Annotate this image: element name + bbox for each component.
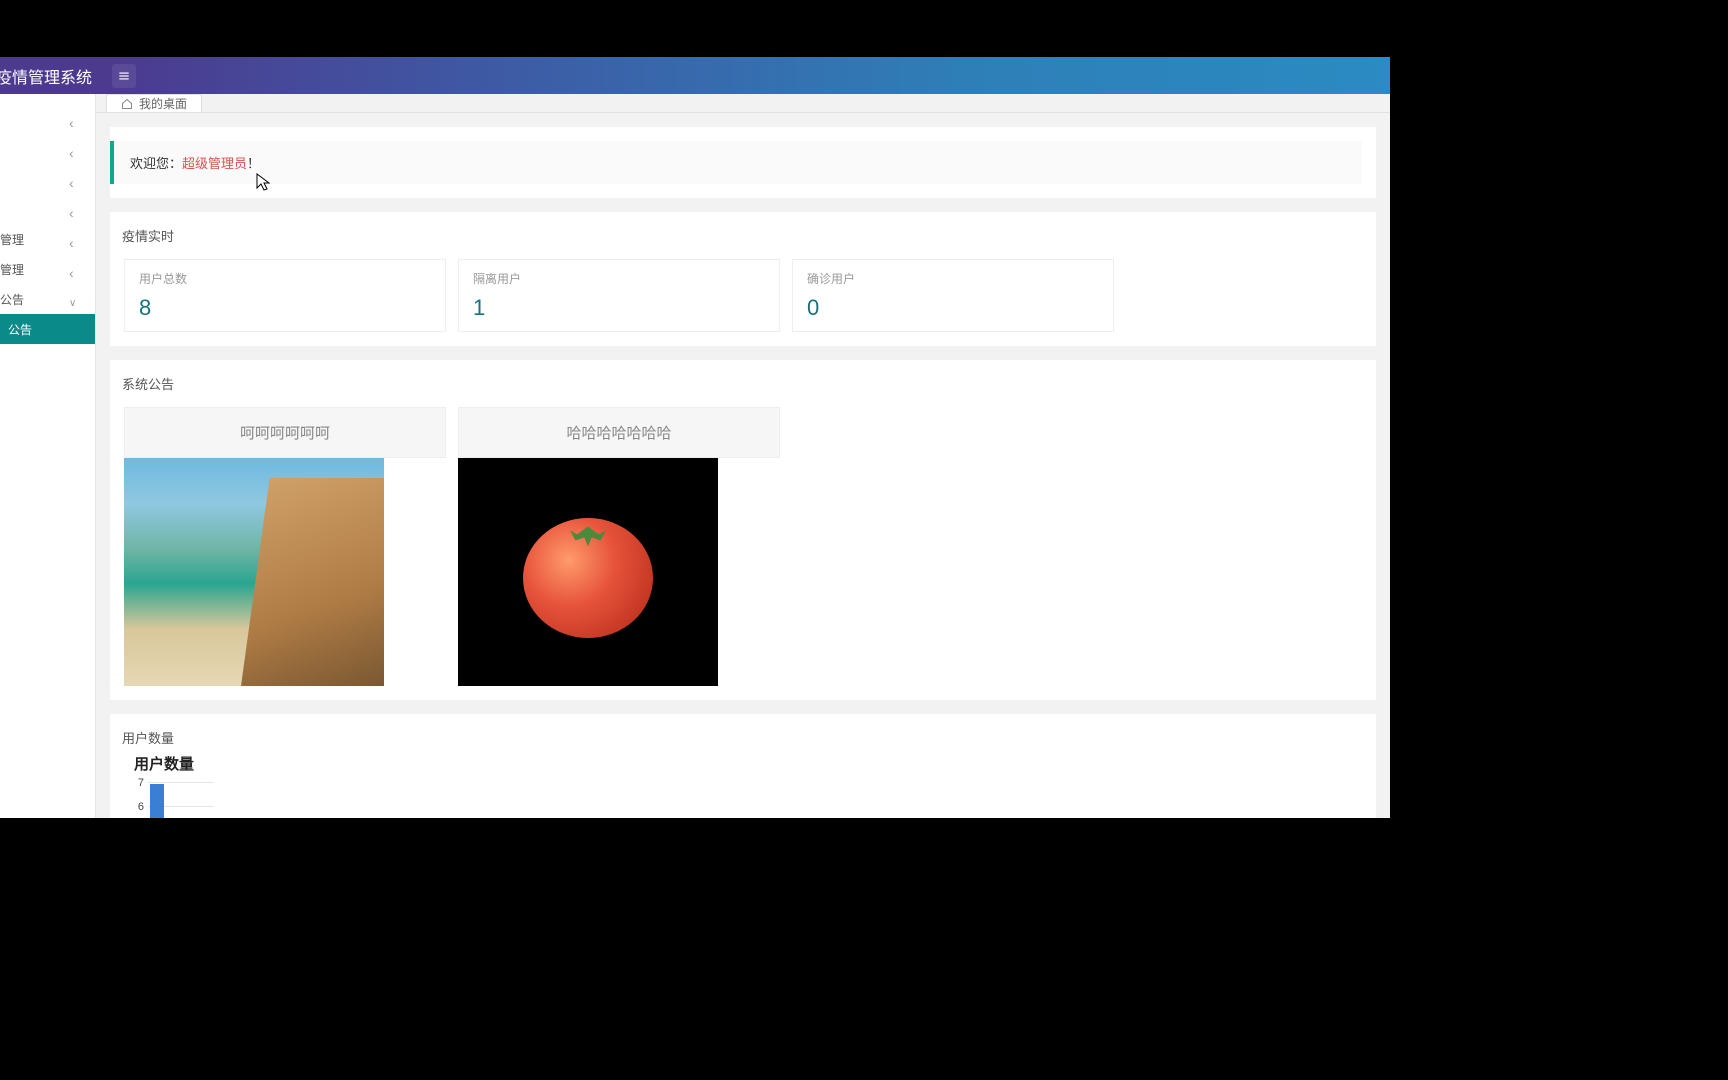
announcement-card-2[interactable]: 哈哈哈哈哈哈哈 — [458, 407, 780, 686]
chevron-down-icon — [69, 295, 77, 303]
announcement-title: 哈哈哈哈哈哈哈 — [458, 407, 780, 458]
chevron-left-icon — [69, 175, 77, 183]
stat-value: 1 — [473, 295, 765, 321]
welcome-prefix: 欢迎您： — [130, 156, 182, 171]
realtime-title: 疫情实时 — [122, 226, 1362, 245]
chevron-left-icon — [69, 145, 77, 153]
realtime-section: 疫情实时 用户总数 8 隔离用户 1 确诊用户 0 — [110, 212, 1376, 346]
sidebar-item-announcement[interactable]: 公告 — [0, 284, 95, 314]
stat-card-total-users: 用户总数 8 — [124, 259, 446, 332]
cursor-icon — [256, 173, 270, 193]
app-title: 疫情管理系统 — [0, 64, 92, 88]
welcome-role: 超级管理员 — [182, 156, 247, 171]
tab-home[interactable]: 我的桌面 — [106, 94, 202, 112]
bar-chart: 7 6 — [134, 782, 214, 818]
chart-title: 用户数量 — [134, 753, 1362, 774]
y-tick-7: 7 — [134, 777, 144, 789]
topbar: 疫情管理系统 — [0, 57, 1390, 94]
tab-home-label: 我的桌面 — [139, 95, 187, 112]
chart-bar-1 — [150, 784, 164, 818]
announcements-section: 系统公告 呵呵呵呵呵呵 哈哈哈哈哈哈哈 — [110, 360, 1376, 700]
chevron-left-icon — [69, 205, 77, 213]
welcome-suffix: ！ — [247, 156, 260, 171]
home-icon — [121, 98, 133, 110]
sidebar-item-manage-1[interactable]: 管理 — [0, 224, 95, 254]
announcements-title: 系统公告 — [122, 374, 1362, 393]
y-tick-6: 6 — [134, 801, 144, 813]
user-count-title: 用户数量 — [122, 728, 1362, 747]
stat-value: 8 — [139, 295, 431, 321]
sidebar-item-0[interactable] — [0, 104, 95, 134]
sidebar: 管理 管理 公告 公告 — [0, 94, 96, 818]
menu-toggle-button[interactable] — [112, 64, 136, 88]
chevron-left-icon — [69, 265, 77, 273]
user-count-section: 用户数量 用户数量 7 6 — [110, 714, 1376, 818]
tab-bar: 我的桌面 — [96, 94, 1390, 113]
sidebar-item-2[interactable] — [0, 164, 95, 194]
hamburger-icon — [117, 69, 131, 83]
chevron-left-icon — [69, 235, 77, 243]
announcement-image-beach — [124, 458, 384, 686]
stat-card-isolated-users: 隔离用户 1 — [458, 259, 780, 332]
content-area: 我的桌面 欢迎您：超级管理员！ 疫情实时 用户总数 8 — [96, 94, 1390, 818]
sidebar-item-1[interactable] — [0, 134, 95, 164]
announcement-image-tomato — [458, 458, 718, 686]
stat-label: 用户总数 — [139, 270, 431, 287]
stat-label: 隔离用户 — [473, 270, 765, 287]
sidebar-item-3[interactable] — [0, 194, 95, 224]
announcement-title: 呵呵呵呵呵呵 — [124, 407, 446, 458]
announcement-card-1[interactable]: 呵呵呵呵呵呵 — [124, 407, 446, 686]
sidebar-item-announcement-active[interactable]: 公告 — [0, 314, 95, 344]
sidebar-item-manage-2[interactable]: 管理 — [0, 254, 95, 284]
welcome-card: 欢迎您：超级管理员！ — [110, 127, 1376, 198]
stat-value: 0 — [807, 295, 1099, 321]
chevron-left-icon — [69, 115, 77, 123]
stat-card-confirmed-users: 确诊用户 0 — [792, 259, 1114, 332]
stat-label: 确诊用户 — [807, 270, 1099, 287]
